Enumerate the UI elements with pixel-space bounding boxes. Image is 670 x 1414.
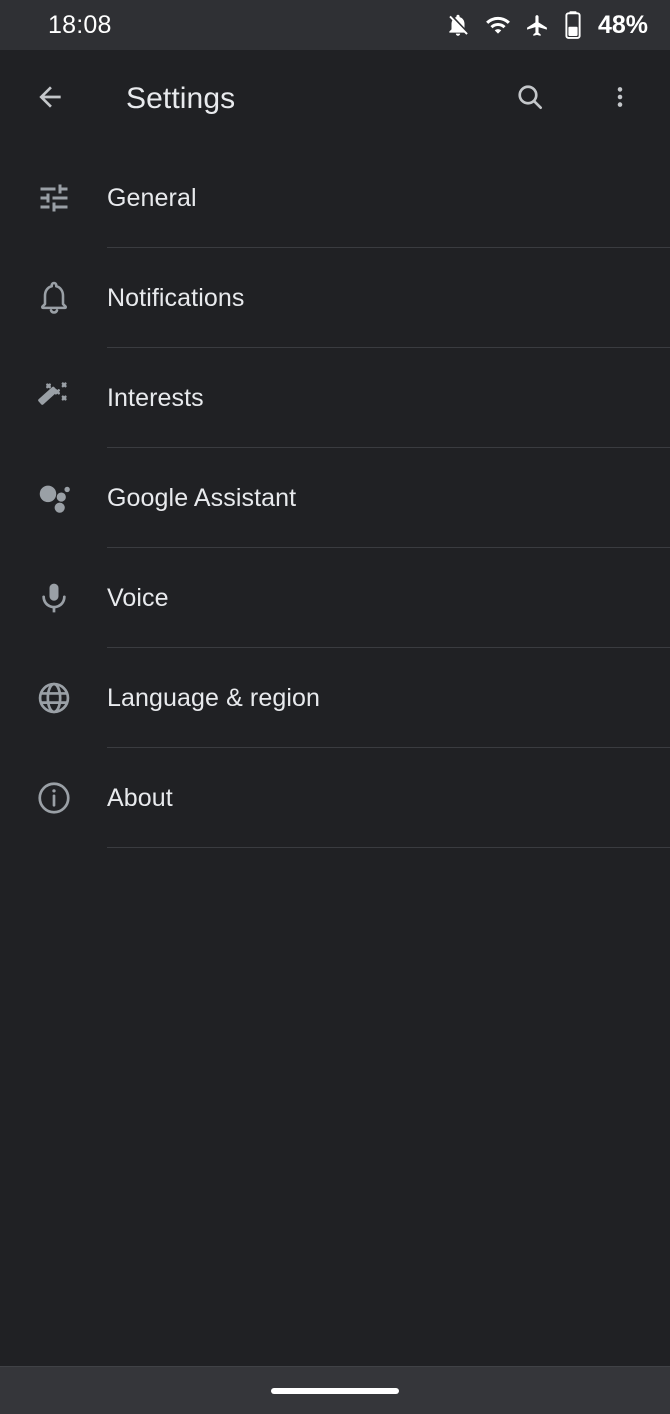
search-button[interactable] <box>506 75 554 123</box>
status-bar-icons: 48% <box>445 11 648 39</box>
list-item-general[interactable]: General <box>0 148 670 248</box>
info-circle-icon <box>0 779 107 817</box>
list-item-label: Notifications <box>107 283 245 312</box>
back-arrow-icon <box>34 81 66 118</box>
more-options-icon <box>607 84 633 115</box>
list-item-language-region[interactable]: Language & region <box>0 648 670 748</box>
status-bar-clock: 18:08 <box>48 10 112 39</box>
search-icon <box>514 81 546 118</box>
home-indicator[interactable] <box>271 1387 399 1394</box>
navigation-bar <box>0 1366 670 1414</box>
tune-icon <box>0 180 107 216</box>
bell-icon <box>0 280 107 316</box>
battery-icon <box>564 11 582 39</box>
page-title: Settings <box>126 82 236 115</box>
app-bar: Settings <box>0 50 670 148</box>
list-item-label: Language & region <box>107 683 320 712</box>
list-item-google-assistant[interactable]: Google Assistant <box>0 448 670 548</box>
list-item-voice[interactable]: Voice <box>0 548 670 648</box>
airplane-mode-icon <box>525 13 550 38</box>
wifi-icon <box>485 12 511 38</box>
list-item-about[interactable]: About <box>0 748 670 848</box>
list-item-notifications[interactable]: Notifications <box>0 248 670 348</box>
list-item-interests[interactable]: Interests <box>0 348 670 448</box>
globe-icon <box>0 679 107 717</box>
notifications-off-icon <box>445 12 471 38</box>
list-item-label: Interests <box>107 383 204 412</box>
magic-wand-icon <box>0 379 107 417</box>
status-bar: 18:08 48% <box>0 0 670 50</box>
phone-screen: 18:08 48% Settings General Notifications… <box>0 0 670 1414</box>
list-item-label: Google Assistant <box>107 483 297 512</box>
more-options-button[interactable] <box>596 75 644 123</box>
app-bar-actions <box>506 75 644 123</box>
settings-list: General Notifications Interests Google A… <box>0 148 670 1366</box>
list-item-label: About <box>107 783 173 812</box>
battery-percentage: 48% <box>597 10 648 39</box>
microphone-icon <box>0 580 107 616</box>
list-item-label: Voice <box>107 583 169 612</box>
list-item-label: General <box>107 183 197 212</box>
back-button[interactable] <box>26 75 74 123</box>
google-assistant-icon <box>0 479 107 517</box>
